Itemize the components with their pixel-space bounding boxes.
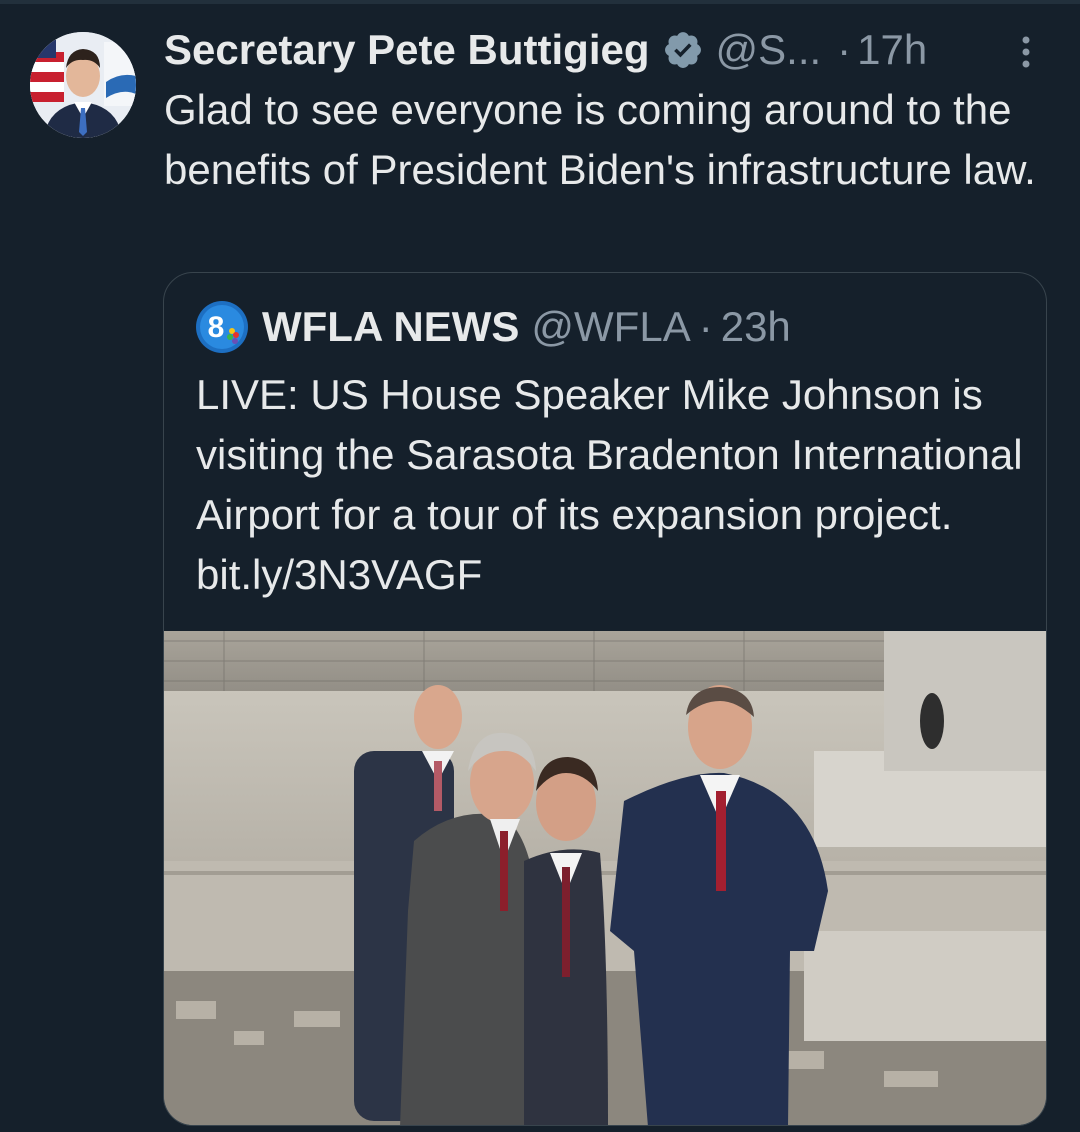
quoted-author-name[interactable]: WFLA NEWS	[262, 303, 519, 351]
tweet[interactable]: Secretary Pete Buttigieg @S... · 17h Gla…	[0, 0, 1080, 1132]
author-handle[interactable]: @S...	[716, 22, 822, 78]
tweet-text: Glad to see everyone is coming around to…	[164, 86, 1036, 193]
wfla-8-logo-icon: 8	[196, 301, 248, 353]
tweet-header: Secretary Pete Buttigieg @S... · 17h	[164, 22, 927, 78]
quoted-tweet-text: LIVE: US House Speaker Mike Johnson is v…	[196, 371, 1023, 598]
quoted-tweet-photo[interactable]	[164, 631, 1046, 1125]
more-options-icon[interactable]	[1012, 32, 1040, 72]
quoted-header-separator: ·	[698, 303, 713, 350]
svg-text:8: 8	[208, 311, 225, 344]
quoted-tweet-timestamp[interactable]: 23h	[721, 303, 791, 351]
quoted-author-handle[interactable]: @WFLA	[531, 303, 690, 351]
quoted-tweet-card[interactable]: 8 WFLA NEWS @WFLA · 23h LIVE: US House S…	[163, 272, 1047, 1126]
author-display-name[interactable]: Secretary Pete Buttigieg	[164, 22, 650, 78]
quoted-tweet-header: 8 WFLA NEWS @WFLA · 23h	[196, 299, 791, 355]
tweet-timestamp[interactable]: 17h	[857, 22, 927, 78]
profile-avatar[interactable]	[30, 32, 136, 138]
timeline-screen: Secretary Pete Buttigieg @S... · 17h Gla…	[0, 0, 1080, 1132]
header-separator: ·	[837, 26, 852, 73]
verified-badge-icon	[662, 29, 704, 71]
